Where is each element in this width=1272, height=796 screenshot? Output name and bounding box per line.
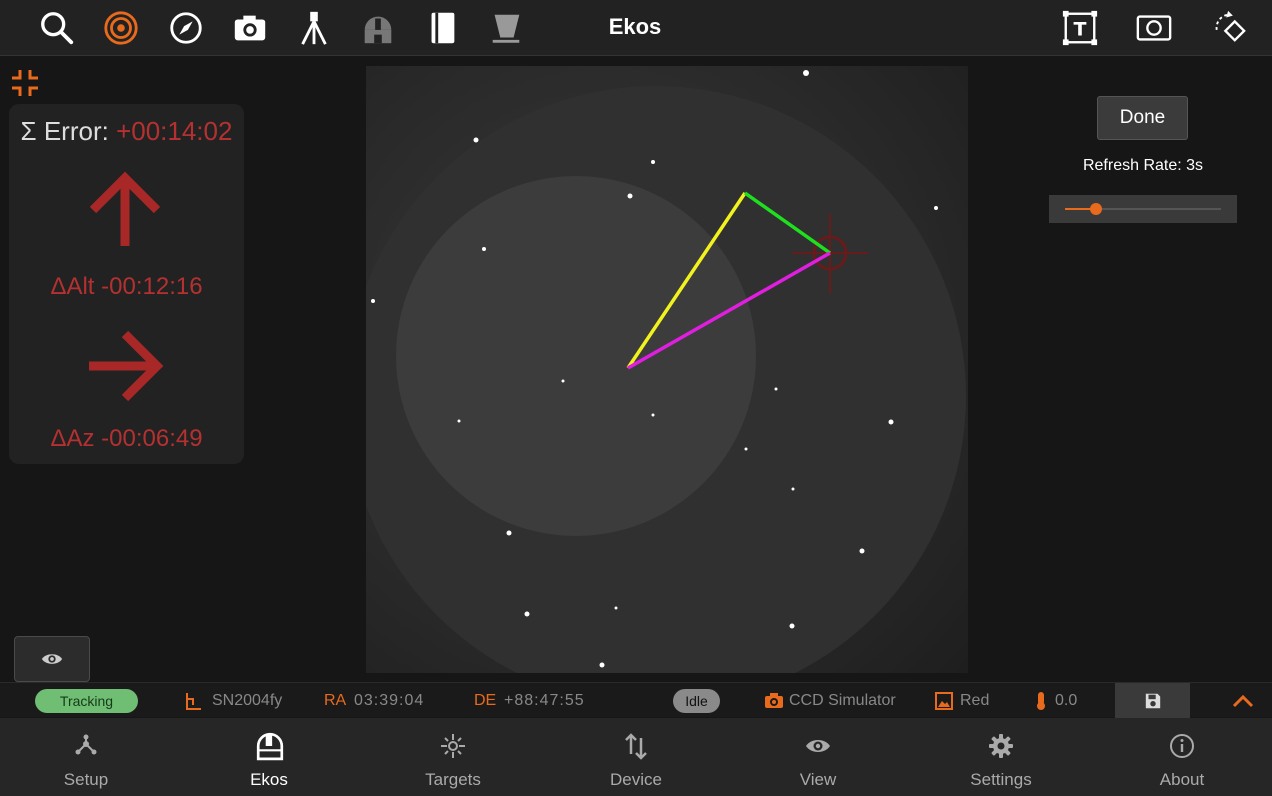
target-name: SN2004fy (212, 692, 283, 709)
setup-icon (75, 734, 97, 755)
mount-icon[interactable] (294, 8, 334, 48)
star-field-image[interactable] (366, 66, 968, 673)
done-button[interactable]: Done (1097, 96, 1188, 140)
top-toolbar: Ekos T (0, 0, 1272, 56)
nav-item-view[interactable]: View (758, 718, 878, 796)
telescope-icon[interactable] (486, 8, 526, 48)
azimuth-delta: ΔAz -00:06:49 (50, 425, 203, 452)
toggle-visibility-button[interactable] (14, 636, 90, 682)
save-button[interactable] (1115, 683, 1190, 718)
arrow-up-icon (89, 171, 161, 246)
status-bar: Tracking SN2004fy RA 03:39:04 DE +88:47:… (0, 682, 1272, 718)
nav-label-targets: Targets (425, 770, 481, 789)
mount-status-icon (186, 693, 201, 710)
camera-name: CCD Simulator (789, 692, 896, 709)
polar-alignment-error-panel: Σ Error: +00:14:02 ΔAlt -00:12:16 ΔAz -0… (9, 104, 244, 464)
capture-status-badge: Idle (673, 689, 720, 713)
nav-item-settings[interactable]: Settings (941, 718, 1061, 796)
total-error-label: Σ Error: (20, 116, 109, 146)
mount-status-badge: Tracking (35, 689, 138, 713)
gear-icon (989, 734, 1013, 758)
nav-item-about[interactable]: About (1122, 718, 1242, 796)
refresh-rate-slider[interactable] (1049, 195, 1237, 223)
target-icon[interactable] (101, 8, 141, 48)
nav-label-about: About (1159, 770, 1205, 789)
chevron-up-icon[interactable] (1230, 689, 1256, 713)
thermometer-icon (1037, 692, 1045, 710)
nav-label-ekos: Ekos (250, 770, 288, 789)
compass-icon[interactable] (166, 8, 206, 48)
filter-icon (935, 692, 953, 710)
search-icon[interactable] (37, 8, 77, 48)
de-value: +88:47:55 (504, 692, 585, 709)
total-error: Σ Error: +00:14:02 (9, 116, 244, 147)
total-error-value: +00:14:02 (116, 116, 233, 146)
bottom-navigation: Setup Ekos Targets Device View Settings … (0, 718, 1272, 796)
refresh-rate-label: Refresh Rate: 3s (1082, 157, 1204, 174)
device-icon (625, 733, 647, 760)
nav-label-view: View (799, 770, 837, 789)
nav-label-setup: Setup (63, 770, 109, 789)
eye-icon (41, 654, 63, 664)
nav-label-settings: Settings (970, 770, 1032, 789)
camera-icon[interactable] (230, 8, 270, 48)
temperature-value: 0.0 (1055, 692, 1078, 709)
altitude-delta: ΔAlt -00:12:16 (50, 273, 203, 300)
text-overlay-icon[interactable]: T (1060, 8, 1100, 48)
arrow-right-icon (89, 330, 164, 402)
app-title: Ekos (608, 14, 662, 39)
info-icon (1170, 734, 1194, 758)
dome-icon (256, 732, 284, 761)
camera-status-icon (765, 693, 783, 708)
rotate-icon[interactable] (1210, 8, 1250, 48)
targets-icon (441, 734, 465, 758)
collapse-icon[interactable] (10, 68, 40, 98)
svg-text:T: T (1074, 19, 1087, 41)
slider-handle[interactable] (1090, 203, 1103, 215)
save-icon (1145, 693, 1160, 708)
filter-name: Red (960, 692, 990, 709)
notebook-icon[interactable] (422, 8, 462, 48)
view-icon (806, 740, 830, 752)
observatory-icon[interactable] (358, 8, 398, 48)
ra-value: 03:39:04 (354, 692, 425, 709)
nav-item-setup[interactable]: Setup (26, 718, 146, 796)
ra-label: RA (324, 692, 347, 709)
image-frame-icon[interactable] (1134, 8, 1174, 48)
de-label: DE (474, 692, 497, 709)
nav-item-device[interactable]: Device (576, 718, 696, 796)
nav-item-targets[interactable]: Targets (393, 718, 513, 796)
nav-item-ekos[interactable]: Ekos (209, 718, 329, 796)
nav-label-device: Device (610, 770, 662, 789)
